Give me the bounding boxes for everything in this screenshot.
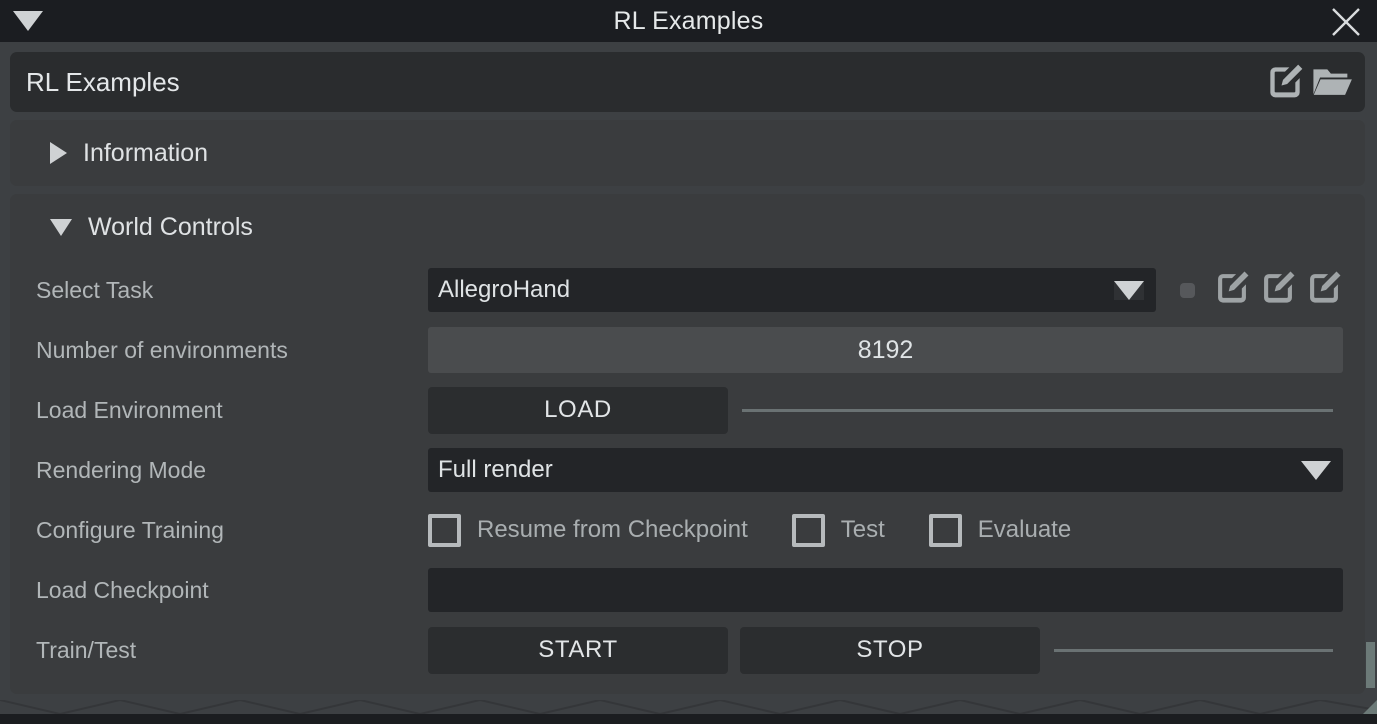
triangle-right-icon[interactable]	[50, 142, 67, 164]
section-information-title: Information	[83, 138, 209, 167]
status-dot	[1180, 282, 1195, 298]
row-configure-training: Configure Training Resume from Checkpoin…	[28, 500, 1343, 560]
configure-training-label: Configure Training	[36, 516, 224, 543]
checkbox-test[interactable]: Test	[791, 513, 885, 547]
chevron-down-icon[interactable]	[1114, 280, 1144, 300]
checkbox-box-icon[interactable]	[928, 513, 962, 547]
window-title: RL Examples	[613, 6, 764, 35]
rl-examples-window: RL Examples RL Examples Information Worl…	[0, 0, 1377, 714]
vertical-scrollbar[interactable]	[1366, 96, 1376, 706]
asset-name-label: RL Examples	[26, 66, 180, 97]
select-task-dropdown[interactable]: AllegroHand	[428, 268, 1156, 312]
section-world-controls-header[interactable]: World Controls	[10, 194, 1365, 260]
row-rendering-mode: Rendering Mode Full render	[28, 440, 1343, 500]
checkbox-box-icon[interactable]	[791, 513, 825, 547]
start-button[interactable]: START	[428, 626, 728, 674]
chevron-down-icon[interactable]	[1301, 460, 1331, 480]
checkbox-resume-from-checkpoint[interactable]: Resume from Checkpoint	[428, 513, 748, 547]
folder-open-icon[interactable]	[1311, 62, 1353, 107]
checkbox-test-label: Test	[840, 516, 885, 543]
number-of-environments-field: 8192	[428, 327, 1343, 373]
train-progress-line	[1054, 648, 1333, 652]
section-world-controls: World Controls Select Task AllegroHand N…	[10, 194, 1365, 694]
edit-pencil-icon[interactable]	[1265, 62, 1305, 107]
rendering-mode-field: Full render	[428, 448, 1343, 492]
row-load-checkpoint: Load Checkpoint	[28, 560, 1343, 620]
stop-button[interactable]: STOP	[740, 626, 1040, 674]
number-of-environments-label: Number of environments	[36, 336, 288, 363]
asset-name-actions	[1265, 62, 1353, 107]
checkbox-box-icon[interactable]	[428, 513, 461, 547]
load-checkpoint-label: Load Checkpoint	[36, 576, 209, 603]
load-progress-line	[742, 408, 1333, 412]
triangle-down-icon[interactable]	[13, 11, 43, 31]
edit-pencil-icon[interactable]	[1259, 269, 1297, 312]
rendering-mode-label: Rendering Mode	[36, 456, 207, 483]
select-task-value: AllegroHand	[438, 276, 571, 303]
load-environment-field: LOAD	[428, 386, 1343, 434]
select-task-edit-icons	[1213, 269, 1343, 312]
triangle-down-icon[interactable]	[50, 218, 72, 236]
bottom-pattern	[0, 700, 1377, 714]
number-of-environments-input[interactable]: 8192	[428, 327, 1343, 373]
load-environment-label: Load Environment	[36, 396, 223, 423]
row-select-task: Select Task AllegroHand	[28, 260, 1343, 320]
row-load-environment: Load Environment LOAD	[28, 380, 1343, 440]
load-checkpoint-input[interactable]	[428, 568, 1343, 612]
train-test-label: Train/Test	[36, 636, 137, 663]
train-test-field: START STOP	[428, 626, 1343, 674]
checkbox-evaluate[interactable]: Evaluate	[928, 513, 1072, 547]
panel-scroll-area: RL Examples Information World Controls S…	[0, 52, 1377, 724]
section-information: Information	[10, 120, 1365, 186]
close-icon[interactable]	[1329, 5, 1363, 39]
scrollbar-thumb[interactable]	[1366, 642, 1375, 688]
checkbox-evaluate-label: Evaluate	[977, 516, 1072, 543]
configure-training-field: Resume from Checkpoint Test Evaluate	[428, 513, 1343, 547]
section-information-header[interactable]: Information	[10, 120, 1365, 186]
load-button[interactable]: LOAD	[428, 386, 728, 434]
window-bottom-strip	[0, 696, 1377, 714]
rendering-mode-dropdown[interactable]: Full render	[428, 448, 1343, 492]
section-world-controls-title: World Controls	[88, 212, 253, 241]
select-task-field: AllegroHand	[428, 268, 1343, 312]
rendering-mode-value: Full render	[438, 456, 553, 483]
load-checkpoint-field	[428, 568, 1343, 612]
edit-pencil-icon[interactable]	[1213, 269, 1251, 312]
world-controls-rows: Select Task AllegroHand Number of enviro…	[10, 260, 1365, 694]
asset-name-bar[interactable]: RL Examples	[10, 52, 1365, 112]
window-titlebar: RL Examples	[0, 0, 1377, 42]
row-number-of-environments: Number of environments 8192	[28, 320, 1343, 380]
edit-pencil-icon[interactable]	[1305, 269, 1343, 312]
checkbox-resume-label: Resume from Checkpoint	[477, 516, 748, 543]
select-task-label: Select Task	[36, 276, 154, 303]
row-train-test: Train/Test START STOP	[28, 620, 1343, 680]
